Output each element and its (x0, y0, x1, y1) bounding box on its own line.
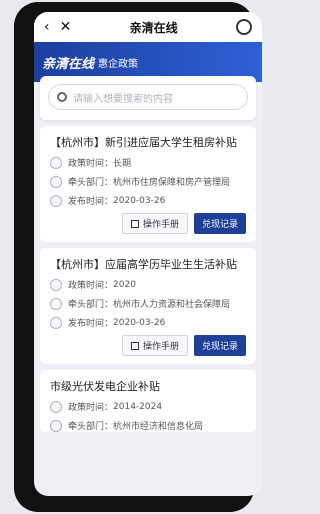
card-actions: 操作手册 兑现记录 (50, 335, 246, 356)
date-label: 发布时间： (68, 197, 114, 207)
building-icon (50, 419, 62, 432)
policy-period-row: 政策时间： 长期 (50, 156, 246, 169)
dept-label: 牵头部门： (68, 178, 114, 188)
manual-label: 操作手册 (142, 220, 179, 230)
policy-date-row: 发布时间： 2020-03-26 (50, 194, 246, 207)
close-icon[interactable]: ✕ (60, 19, 72, 35)
document-icon (130, 341, 139, 350)
dept-value: 杭州市人力资源和社会保障局 (113, 300, 231, 310)
policy-dept-row: 牵头部门： 杭州市人力资源和社会保障局 (50, 297, 246, 310)
period-value: 长期 (113, 159, 132, 169)
policy-title: 市级光伏发电企业补贴 (50, 380, 160, 393)
policy-period-row: 政策时间： 2014-2024 (50, 400, 246, 413)
search-input[interactable]: 请输入想要搜索的内容 (48, 84, 248, 110)
manual-button[interactable]: 操作手册 (121, 213, 188, 234)
dept-value: 杭州市经济和信息化局 (113, 422, 204, 432)
manual-button[interactable]: 操作手册 (121, 335, 188, 356)
dept-label: 牵头部门： (68, 422, 114, 432)
brand-logo: 亲清在线 (42, 56, 95, 72)
dept-label: 牵头部门： (68, 300, 114, 310)
back-icon[interactable]: ‹ (44, 19, 50, 35)
phone-frame: ‹ ✕ 亲清在线 亲清在线 惠企政策 请输入想要搜索的内容 【杭州市】新引进应届… (14, 2, 262, 512)
search-container: 请输入想要搜索的内容 (40, 76, 256, 120)
clock-icon (50, 278, 62, 291)
building-icon (50, 175, 62, 188)
period-value: 2014-2024 (113, 401, 163, 412)
search-icon (57, 92, 67, 102)
search-placeholder: 请输入想要搜索的内容 (73, 93, 173, 105)
period-value: 2020 (113, 279, 136, 290)
policy-dept-row: 牵头部门： 杭州市住房保障和房产管理局 (50, 175, 246, 188)
policy-title: 【杭州市】新引进应届大学生租房补贴 (50, 136, 237, 149)
policy-title: 【杭州市】应届高学历毕业生生活补贴 (50, 258, 237, 271)
calendar-icon (50, 194, 62, 207)
building-icon (50, 297, 62, 310)
redeem-record-button[interactable]: 兑现记录 (193, 335, 246, 356)
policy-period-row: 政策时间： 2020 (50, 278, 246, 291)
screen: ‹ ✕ 亲清在线 亲清在线 惠企政策 请输入想要搜索的内容 【杭州市】新引进应届… (34, 12, 262, 496)
date-value: 2020-03-26 (113, 317, 166, 328)
period-label: 政策时间： (68, 281, 114, 291)
date-label: 发布时间： (68, 319, 114, 329)
refresh-icon[interactable] (235, 19, 252, 35)
clock-icon (50, 156, 62, 169)
policy-date-row: 发布时间： 2020-03-26 (50, 316, 246, 329)
left-controls: ‹ ✕ (44, 19, 71, 35)
page-title: 亲清在线 (129, 20, 178, 35)
redeem-record-button[interactable]: 兑现记录 (193, 213, 246, 234)
calendar-icon (50, 316, 62, 329)
period-label: 政策时间： (68, 159, 114, 169)
brand-subtitle: 惠企政策 (98, 58, 139, 70)
manual-label: 操作手册 (142, 342, 179, 352)
clock-icon (50, 400, 62, 413)
policy-card[interactable]: 【杭州市】应届高学历毕业生生活补贴 政策时间： 2020 牵头部门： 杭州市人力… (40, 248, 256, 364)
document-icon (130, 219, 139, 228)
title-bar: ‹ ✕ 亲清在线 (34, 12, 262, 42)
policy-card[interactable]: 市级光伏发电企业补贴 政策时间： 2014-2024 牵头部门： 杭州市经济和信… (40, 370, 256, 432)
date-value: 2020-03-26 (113, 195, 166, 206)
period-label: 政策时间： (68, 403, 114, 413)
dept-value: 杭州市住房保障和房产管理局 (113, 178, 231, 188)
card-actions: 操作手册 兑现记录 (50, 213, 246, 234)
policy-dept-row: 牵头部门： 杭州市经济和信息化局 (50, 419, 246, 432)
policy-card[interactable]: 【杭州市】新引进应届大学生租房补贴 政策时间： 长期 牵头部门： 杭州市住房保障… (40, 126, 256, 242)
